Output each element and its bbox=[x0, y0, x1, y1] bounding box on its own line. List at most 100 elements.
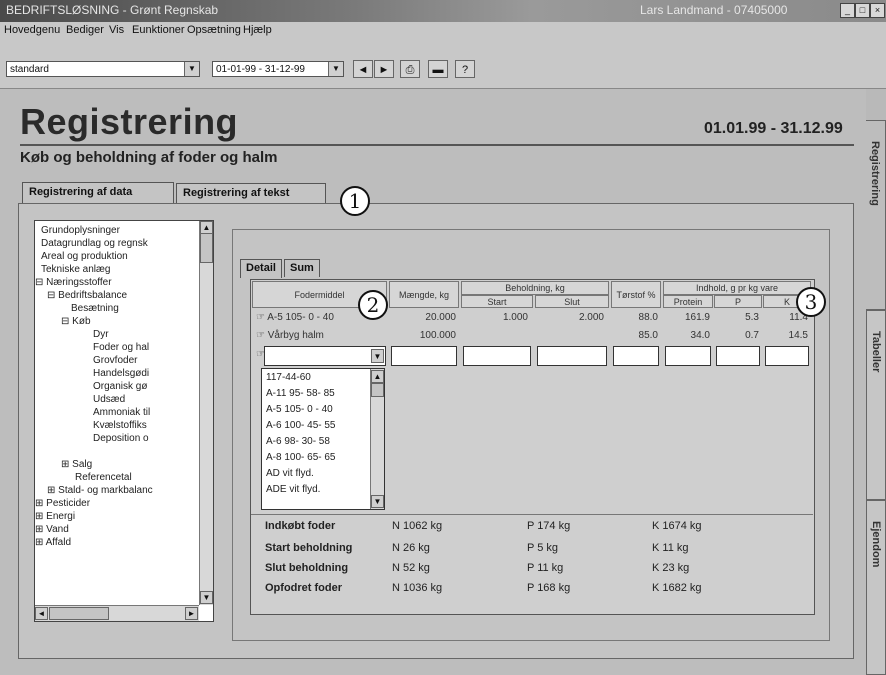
dropdown-option[interactable]: AD vit flyd. bbox=[266, 468, 314, 479]
menu-funktioner[interactable]: Eunktioner bbox=[132, 24, 185, 36]
tree-item[interactable]: ⊟ Bedriftsbalance bbox=[47, 290, 127, 302]
tree-item[interactable]: Udsæd bbox=[93, 394, 125, 406]
chevron-down-icon[interactable]: ▼ bbox=[184, 62, 199, 76]
scroll-thumb[interactable] bbox=[49, 607, 109, 620]
tree-item[interactable]: Organisk gø bbox=[93, 381, 147, 393]
dropdown-option[interactable]: 117-44-60 bbox=[266, 372, 311, 383]
edit-slut-input[interactable] bbox=[537, 346, 607, 366]
scroll-left-icon[interactable]: ◄ bbox=[35, 607, 48, 620]
row-2-maengde[interactable]: 100.000 bbox=[392, 330, 456, 341]
edit-protein-input[interactable] bbox=[665, 346, 711, 366]
dropdown-option[interactable]: A-6 98- 30- 58 bbox=[266, 436, 330, 447]
menu-hovedmenu[interactable]: Hovedgenu bbox=[4, 24, 60, 36]
navigation-tree[interactable]: Grundoplysninger Datagrundlag og regnsk … bbox=[34, 220, 214, 622]
tree-item[interactable]: Datagrundlag og regnsk bbox=[41, 238, 148, 250]
fodermiddel-combo[interactable]: ▼ bbox=[264, 346, 386, 366]
tree-item-label: Køb bbox=[72, 316, 91, 327]
close-button[interactable]: × bbox=[870, 3, 885, 18]
menu-hjaelp[interactable]: Hjælp bbox=[243, 24, 272, 36]
tree-item[interactable]: Dyr bbox=[93, 329, 109, 341]
tree-horizontal-scrollbar[interactable]: ◄ ► bbox=[35, 605, 199, 621]
row-1-name[interactable]: ☞ A-5 105- 0 - 40 bbox=[256, 312, 334, 323]
tab-registrering-af-tekst[interactable]: Registrering af tekst bbox=[176, 183, 326, 203]
chevron-down-icon[interactable]: ▼ bbox=[371, 349, 384, 363]
row-2-k[interactable]: 14.5 bbox=[764, 330, 808, 341]
tree-item-label: Vand bbox=[46, 524, 69, 535]
tree-item[interactable]: ⊟ Næringsstoffer bbox=[35, 277, 112, 289]
scroll-thumb[interactable] bbox=[200, 233, 213, 263]
tree-item[interactable]: ⊟ Køb bbox=[61, 316, 91, 328]
tree-item[interactable]: ⊞ Salg bbox=[61, 459, 92, 471]
scroll-up-icon[interactable]: ▲ bbox=[371, 370, 384, 383]
help-icon[interactable]: ? bbox=[455, 60, 475, 78]
save-icon[interactable]: ▬ bbox=[428, 60, 448, 78]
arrow-left-icon[interactable]: ◄ bbox=[353, 60, 373, 78]
tree-item[interactable]: ⊞ Affald bbox=[35, 537, 71, 549]
row-2-name[interactable]: ☞ Vårbyg halm bbox=[256, 330, 324, 341]
scroll-thumb[interactable] bbox=[371, 383, 384, 397]
edit-start-input[interactable] bbox=[463, 346, 531, 366]
minimize-button[interactable]: _ bbox=[840, 3, 855, 18]
tree-item[interactable]: ⊞ Energi bbox=[35, 511, 75, 523]
col-header-beholdning: Beholdning, kg bbox=[461, 281, 609, 295]
profile-select-value: standard bbox=[10, 64, 49, 75]
tree-vertical-scrollbar[interactable]: ▲ ▼ bbox=[199, 221, 213, 605]
tab-registrering-af-data[interactable]: Registrering af data bbox=[22, 182, 174, 203]
dropdown-scrollbar[interactable]: ▲ ▼ bbox=[370, 369, 384, 509]
tree-item[interactable]: Grovfoder bbox=[93, 355, 137, 367]
menu-rediger[interactable]: Bediger bbox=[66, 24, 104, 36]
tab-detail[interactable]: Detail bbox=[240, 259, 282, 278]
scroll-down-icon[interactable]: ▼ bbox=[371, 495, 384, 508]
row-1-start[interactable]: 1.000 bbox=[462, 312, 528, 323]
callout-marker-3: 3 bbox=[796, 287, 826, 317]
edit-p-input[interactable] bbox=[716, 346, 760, 366]
scroll-right-icon[interactable]: ► bbox=[185, 607, 198, 620]
row-1-protein[interactable]: 161.9 bbox=[664, 312, 710, 323]
tree-item[interactable]: Grundoplysninger bbox=[41, 225, 120, 237]
col-header-slut: Slut bbox=[535, 295, 609, 308]
side-tab-tabeller[interactable]: Tabeller bbox=[866, 310, 886, 500]
tree-item[interactable]: Areal og produktion bbox=[41, 251, 128, 263]
menu-vis[interactable]: Vis bbox=[109, 24, 124, 36]
edit-torstof-input[interactable] bbox=[613, 346, 659, 366]
tree-item[interactable]: ⊞ Stald- og markbalanc bbox=[47, 485, 153, 497]
side-tab-ejendom[interactable]: Ejendom bbox=[866, 500, 886, 675]
dropdown-option[interactable]: ADE vit flyd. bbox=[266, 484, 320, 495]
fodermiddel-dropdown-list[interactable]: 117-44-60 A-11 95- 58- 85 A-5 105- 0 - 4… bbox=[261, 368, 385, 510]
tree-item[interactable]: Deposition o bbox=[93, 433, 149, 445]
tree-item[interactable]: Kvælstoffiks bbox=[93, 420, 147, 432]
edit-maengde-input[interactable] bbox=[391, 346, 457, 366]
tree-item[interactable]: Ammoniak til bbox=[93, 407, 150, 419]
row-1-p[interactable]: 5.3 bbox=[715, 312, 759, 323]
dropdown-option[interactable]: A-11 95- 58- 85 bbox=[266, 388, 335, 399]
row-1-slut[interactable]: 2.000 bbox=[536, 312, 604, 323]
tree-item[interactable]: ⊞ Pesticider bbox=[35, 498, 90, 510]
row-2-torstof[interactable]: 85.0 bbox=[612, 330, 658, 341]
dropdown-option[interactable]: A-6 100- 45- 55 bbox=[266, 420, 336, 431]
side-tab-registrering[interactable]: Registrering bbox=[866, 120, 886, 310]
tree-item[interactable]: Besætning bbox=[71, 303, 119, 315]
chevron-down-icon[interactable]: ▼ bbox=[328, 62, 343, 76]
dropdown-option[interactable]: A-8 100- 65- 65 bbox=[266, 452, 336, 463]
tree-item[interactable]: Tekniske anlæg bbox=[41, 264, 110, 276]
row-1-torstof[interactable]: 88.0 bbox=[612, 312, 658, 323]
col-header-start: Start bbox=[461, 295, 533, 308]
menu-opsaetning[interactable]: Opsætning bbox=[187, 24, 241, 36]
maximize-button[interactable]: □ bbox=[855, 3, 870, 18]
tree-item[interactable]: Handelsgødi bbox=[93, 368, 149, 380]
tab-sum[interactable]: Sum bbox=[284, 259, 320, 277]
summary-p: P 11 kg bbox=[527, 562, 564, 574]
edit-k-input[interactable] bbox=[765, 346, 809, 366]
row-2-p[interactable]: 0.7 bbox=[715, 330, 759, 341]
row-2-protein[interactable]: 34.0 bbox=[664, 330, 710, 341]
tree-item[interactable]: Foder og hal bbox=[93, 342, 149, 354]
row-1-maengde[interactable]: 20.000 bbox=[392, 312, 456, 323]
dropdown-option[interactable]: A-5 105- 0 - 40 bbox=[266, 404, 333, 415]
arrow-right-icon[interactable]: ► bbox=[374, 60, 394, 78]
tree-item[interactable]: Referencetal bbox=[75, 472, 132, 484]
period-select[interactable]: 01-01-99 - 31-12-99 ▼ bbox=[212, 61, 344, 77]
profile-select[interactable]: standard ▼ bbox=[6, 61, 200, 77]
tree-item[interactable]: ⊞ Vand bbox=[35, 524, 69, 536]
scroll-down-icon[interactable]: ▼ bbox=[200, 591, 213, 604]
print-icon[interactable]: ⎙ bbox=[400, 60, 420, 78]
